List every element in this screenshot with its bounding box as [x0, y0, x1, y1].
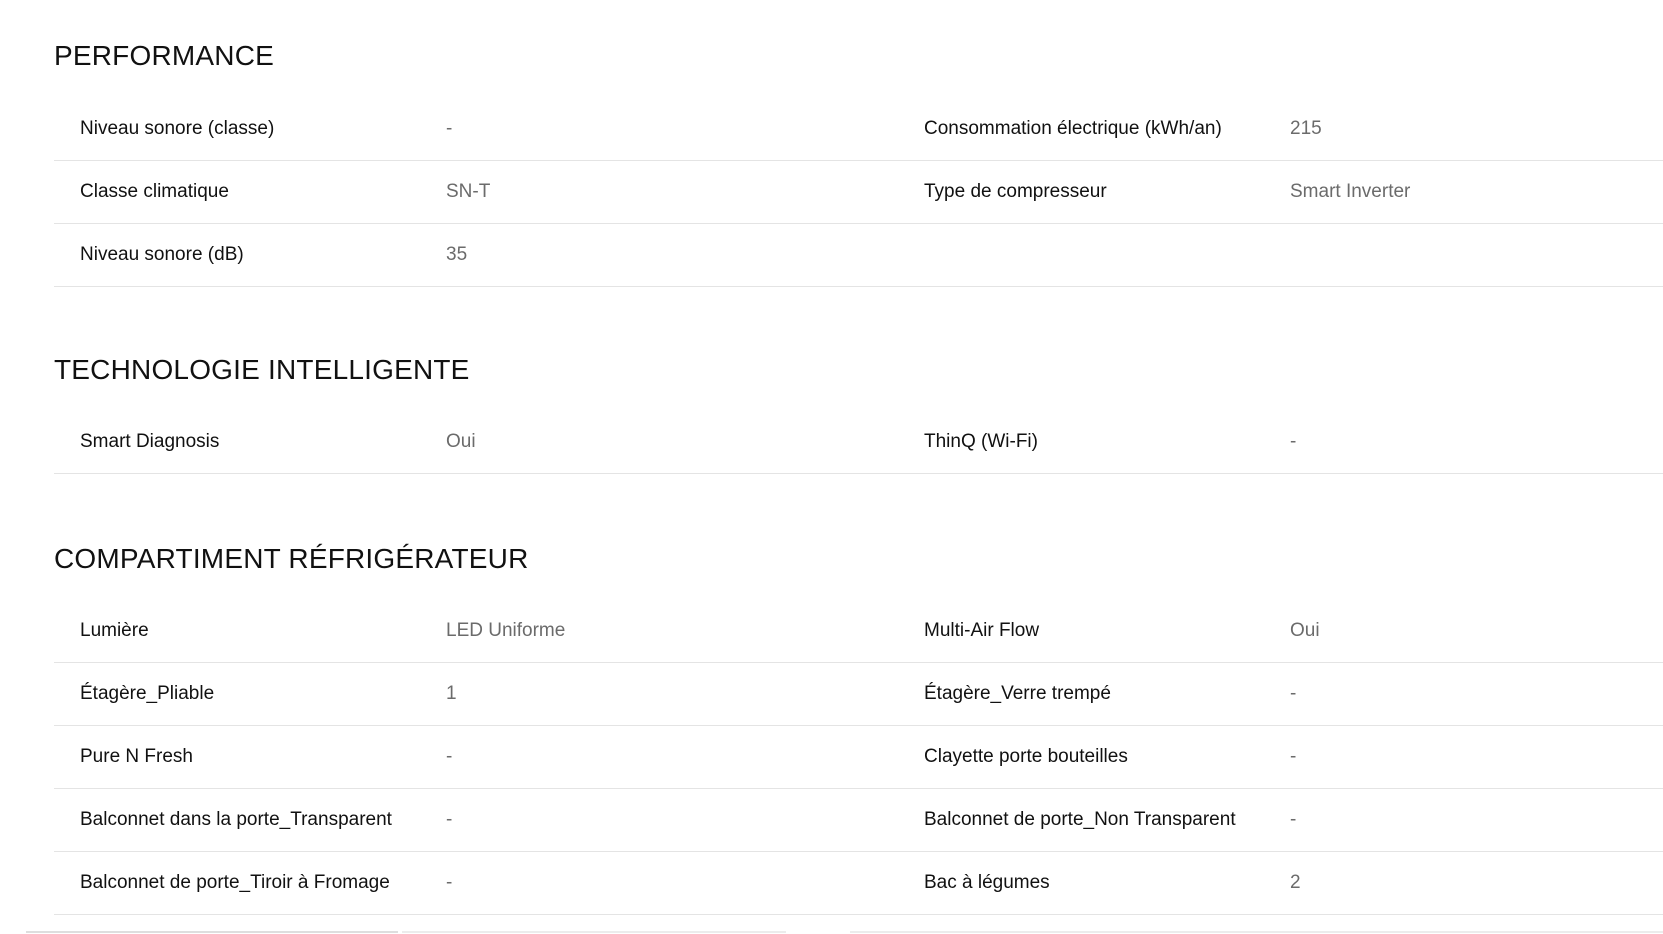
- spec-label: Balconnet de porte_Non Transparent: [924, 809, 1236, 830]
- horizontal-scrollbar-segment[interactable]: [850, 931, 1663, 933]
- spec-label: Niveau sonore (classe): [80, 118, 275, 139]
- spec-value: Oui: [446, 431, 476, 452]
- spec-label: Niveau sonore (dB): [80, 244, 244, 265]
- spec-label: Lumière: [80, 620, 149, 641]
- spec-value: -: [1290, 431, 1297, 452]
- spec-label: Balconnet dans la porte_Transparent: [80, 809, 392, 830]
- spec-row: Étagère_Pliable 1 Étagère_Verre trempé -: [54, 663, 1663, 726]
- section-title: TECHNOLOGIE INTELLIGENTE: [54, 354, 470, 385]
- spec-label: Consommation électrique (kWh/an): [924, 118, 1222, 139]
- spec-label: Multi-Air Flow: [924, 620, 1040, 641]
- spec-value: -: [1290, 683, 1297, 704]
- spec-value: -: [446, 118, 453, 139]
- horizontal-scrollbar-segment[interactable]: [26, 931, 398, 933]
- spec-row: Niveau sonore (dB) 35: [54, 224, 1663, 287]
- spec-value: -: [446, 809, 453, 830]
- spec-value: LED Uniforme: [446, 620, 566, 641]
- spec-value: Smart Inverter: [1290, 181, 1411, 202]
- spec-label: Pure N Fresh: [80, 746, 193, 767]
- spec-row: Smart Diagnosis Oui ThinQ (Wi-Fi) -: [54, 411, 1663, 474]
- spec-value: SN-T: [446, 181, 491, 202]
- spec-value: 2: [1290, 872, 1301, 893]
- spec-label: ThinQ (Wi-Fi): [924, 431, 1038, 452]
- spec-row: Niveau sonore (classe) - Consommation él…: [54, 98, 1663, 161]
- spec-table: Lumière LED Uniforme Multi-Air Flow Oui …: [54, 600, 1663, 915]
- spec-value: -: [1290, 746, 1297, 767]
- horizontal-scrollbar-segment[interactable]: [402, 931, 786, 933]
- spec-row: Balconnet dans la porte_Transparent - Ba…: [54, 789, 1663, 852]
- specifications-page: PERFORMANCE Niveau sonore (classe) - Con…: [0, 0, 1663, 934]
- section-title: PERFORMANCE: [54, 40, 274, 71]
- spec-table: Niveau sonore (classe) - Consommation él…: [54, 98, 1663, 287]
- spec-label: Balconnet de porte_Tiroir à Fromage: [80, 872, 390, 893]
- spec-row: Classe climatique SN-T Type de compresse…: [54, 161, 1663, 224]
- section-title: COMPARTIMENT RÉFRIGÉRATEUR: [54, 543, 529, 574]
- spec-row: Pure N Fresh - Clayette porte bouteilles…: [54, 726, 1663, 789]
- spec-label: Clayette porte bouteilles: [924, 746, 1128, 767]
- spec-value: 1: [446, 683, 457, 704]
- spec-table: Smart Diagnosis Oui ThinQ (Wi-Fi) -: [54, 411, 1663, 474]
- spec-row: Lumière LED Uniforme Multi-Air Flow Oui: [54, 600, 1663, 663]
- spec-value: -: [446, 872, 453, 893]
- spec-label: Bac à légumes: [924, 872, 1050, 893]
- spec-value: 215: [1290, 118, 1322, 139]
- spec-label: Type de compresseur: [924, 181, 1107, 202]
- spec-label: Classe climatique: [80, 181, 229, 202]
- spec-label: Étagère_Pliable: [80, 683, 215, 704]
- spec-value: Oui: [1290, 620, 1320, 641]
- spec-label: Smart Diagnosis: [80, 431, 220, 452]
- spec-value: -: [1290, 809, 1297, 830]
- spec-value: -: [446, 746, 453, 767]
- spec-row: Balconnet de porte_Tiroir à Fromage - Ba…: [54, 852, 1663, 915]
- spec-label: Étagère_Verre trempé: [924, 683, 1111, 704]
- spec-value: 35: [446, 244, 468, 265]
